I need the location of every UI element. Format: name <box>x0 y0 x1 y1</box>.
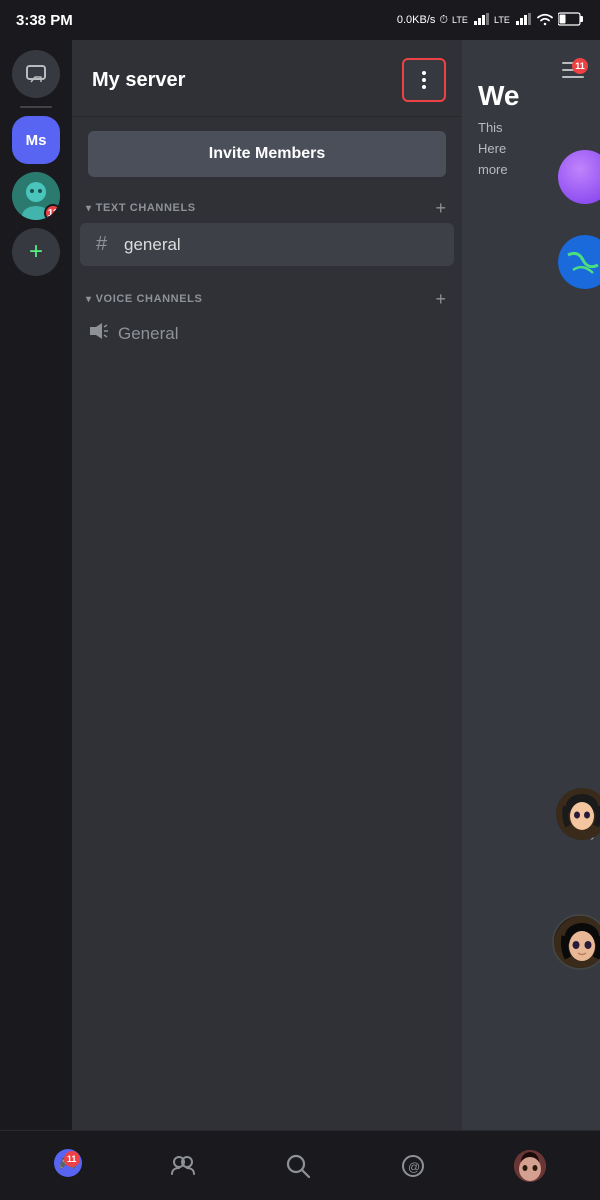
svg-text:LTE: LTE <box>452 15 468 25</box>
dot1 <box>422 71 426 75</box>
add-server-button[interactable]: + <box>12 228 60 276</box>
nav-friends-button[interactable] <box>157 1144 209 1188</box>
voice-channels-label: ▾ VOICE CHANNELS <box>86 293 202 305</box>
general-voice-channel-name: General <box>118 324 178 344</box>
home-icon-wrapper: 🎮 11 <box>54 1149 82 1182</box>
add-text-channel-button[interactable]: + <box>435 199 446 217</box>
profile-avatar <box>514 1150 546 1182</box>
network-speed: 0.0KB/s <box>397 14 436 26</box>
signal-bars-1 <box>474 13 490 28</box>
text-channel-general[interactable]: # general <box>80 223 454 266</box>
ms-label: Ms <box>26 132 47 149</box>
nav-search-button[interactable] <box>272 1144 324 1188</box>
status-time: 3:38 PM <box>16 12 73 29</box>
status-bar: 3:38 PM 0.0KB/s ⏱ LTE LTE <box>0 0 600 40</box>
anime-avatar-2 <box>552 914 600 970</box>
chevron-down-icon: ▾ <box>86 203 92 214</box>
hash-icon: # <box>96 233 116 256</box>
teal-server-badge: 11 <box>44 204 60 220</box>
server-list: Ms 11 + <box>0 40 72 1130</box>
anime-avatar-1 <box>556 788 600 840</box>
bottom-nav: 🎮 11 @ <box>0 1130 600 1200</box>
welcome-line-1: This <box>478 118 584 139</box>
svg-text:@: @ <box>408 1160 420 1174</box>
earth-avatar <box>558 235 600 289</box>
more-options-button[interactable] <box>402 58 446 102</box>
server-header: My server <box>72 40 462 117</box>
voice-channel-general[interactable]: General <box>72 314 462 353</box>
battery-icon <box>558 12 584 29</box>
divider <box>20 106 52 108</box>
lte-icon-2: LTE <box>494 13 512 28</box>
wifi-icon <box>536 12 554 29</box>
mentions-icon: @ <box>399 1152 427 1180</box>
server-title: My server <box>92 69 185 92</box>
dot2 <box>422 78 426 82</box>
text-channels-section-header[interactable]: ▾ TEXT CHANNELS + <box>72 191 462 223</box>
right-panel: 11 We This Here more → F y <box>462 40 600 1130</box>
speaker-icon <box>88 322 108 345</box>
search-icon <box>284 1152 312 1180</box>
svg-text:LTE: LTE <box>494 15 510 25</box>
text-channels-label: ▾ TEXT CHANNELS <box>86 202 196 214</box>
menu-badge: 11 <box>572 58 588 74</box>
clock-icon: ⏱ <box>439 14 448 27</box>
signal-bars-2 <box>516 13 532 28</box>
chevron-down-voice-icon: ▾ <box>86 294 92 305</box>
status-icons: 0.0KB/s ⏱ LTE LTE <box>397 12 584 29</box>
dot3 <box>422 85 426 89</box>
ham-line-3 <box>562 76 584 78</box>
teal-server-icon[interactable]: 11 <box>12 172 60 220</box>
main-layout: Ms 11 + My server <box>0 40 600 1130</box>
general-channel-name: general <box>124 235 181 255</box>
hamburger-menu-button[interactable]: 11 <box>554 54 592 86</box>
vertical-dots-icon <box>422 71 426 89</box>
nav-profile-button[interactable] <box>502 1142 558 1190</box>
channel-panel: My server Invite Members ▾ TEXT CHANNELS… <box>72 40 462 1130</box>
invite-members-button[interactable]: Invite Members <box>88 131 446 177</box>
lte-icon: LTE <box>452 13 470 28</box>
home-badge: 11 <box>64 1151 80 1167</box>
add-voice-channel-button[interactable]: + <box>435 290 446 308</box>
plus-icon: + <box>29 240 43 264</box>
nav-mentions-button[interactable]: @ <box>387 1144 439 1188</box>
voice-channels-section-header[interactable]: ▾ VOICE CHANNELS + <box>72 282 462 314</box>
friends-icon <box>169 1152 197 1180</box>
ms-server-icon[interactable]: Ms <box>12 116 60 164</box>
dm-icon[interactable] <box>12 50 60 98</box>
nav-home-button[interactable]: 🎮 11 <box>42 1141 94 1190</box>
